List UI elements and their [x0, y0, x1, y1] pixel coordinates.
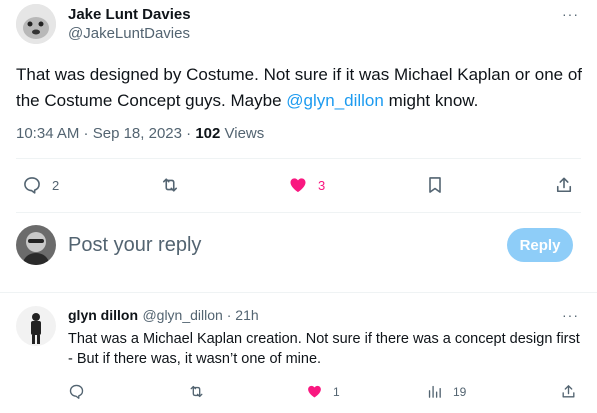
bookmark-action-button[interactable] — [425, 175, 445, 195]
reply-action-button[interactable]: 2 — [22, 175, 59, 195]
retweet-action-button[interactable] — [160, 175, 180, 195]
reply-reply-button[interactable] — [68, 383, 85, 400]
reply-views-button[interactable]: 19 — [426, 383, 466, 400]
tweet-text-after: might know. — [383, 91, 479, 110]
reply-share-button[interactable] — [560, 383, 577, 400]
reply-header: glyn dillon @glyn_dillon · 21h — [68, 307, 259, 325]
mention-link[interactable]: @glyn_dillon — [286, 91, 384, 110]
reply-age[interactable]: 21h — [235, 307, 258, 323]
tweet-date[interactable]: Sep 18, 2023 — [93, 125, 182, 142]
divider — [0, 292, 597, 293]
reply-author-name[interactable]: glyn dillon — [68, 307, 138, 323]
share-icon — [556, 177, 572, 193]
heart-filled-icon — [290, 178, 306, 193]
author-avatar[interactable] — [16, 4, 56, 44]
reply-author-avatar[interactable] — [16, 306, 56, 346]
current-user-avatar[interactable] — [16, 225, 56, 265]
like-count: 3 — [318, 177, 326, 193]
reply-author-handle[interactable]: @glyn_dillon — [142, 307, 222, 323]
author-name[interactable]: Jake Lunt Davies — [68, 6, 191, 23]
like-action-button[interactable]: 3 — [288, 175, 325, 195]
reply-more-options-icon[interactable]: ··· — [562, 307, 579, 323]
user-avatar-image — [16, 225, 56, 265]
share-icon — [562, 385, 575, 398]
more-options-icon[interactable]: ··· — [562, 6, 579, 22]
retweet-icon — [162, 178, 178, 192]
reply-separator: · — [222, 307, 236, 323]
heart-filled-icon — [308, 385, 321, 398]
reply-icon — [69, 384, 84, 399]
reply-button[interactable]: Reply — [507, 228, 573, 262]
reply-views-count: 19 — [453, 384, 467, 399]
reply-count: 2 — [52, 177, 60, 193]
divider — [16, 212, 581, 213]
reply-retweet-button[interactable] — [188, 383, 205, 400]
retweet-icon — [190, 385, 203, 398]
meta-separator: · — [79, 125, 93, 142]
divider — [16, 158, 581, 159]
bookmark-icon — [429, 177, 441, 193]
seal-avatar-image — [16, 4, 56, 44]
views-label: Views — [220, 125, 265, 142]
views-chart-icon — [428, 385, 441, 398]
post-reply-input[interactable]: Post your reply — [68, 234, 201, 257]
reply-text: That was a Michael Kaplan creation. Not … — [68, 331, 580, 367]
views-count: 102 — [195, 125, 221, 142]
meta-separator: · — [181, 125, 196, 142]
tweet-text: That was designed by Costume. Not sure i… — [16, 62, 586, 114]
tweet-time[interactable]: 10:34 AM — [16, 125, 79, 142]
reply-icon — [24, 177, 40, 194]
tweet-meta: 10:34 AM · Sep 18, 2023 · 102 Views — [16, 125, 264, 142]
reply-avatar-image — [16, 306, 56, 346]
share-action-button[interactable] — [554, 175, 574, 195]
reply-like-button[interactable]: 1 — [306, 383, 340, 400]
author-handle[interactable]: @JakeLuntDavies — [68, 25, 190, 42]
reply-like-count: 1 — [333, 384, 340, 399]
